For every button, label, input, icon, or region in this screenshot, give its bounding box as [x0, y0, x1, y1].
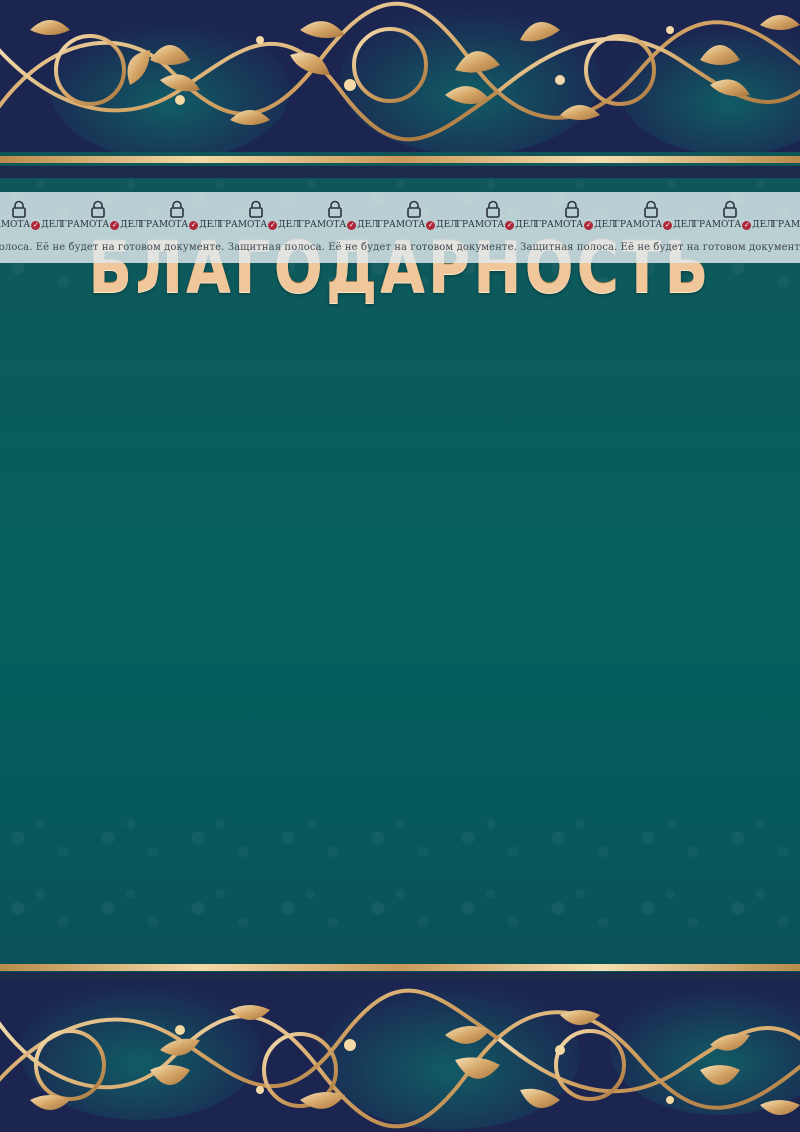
lock-icon	[723, 200, 737, 218]
brand-left-text: ГРАМОТА	[693, 220, 742, 230]
lock-icon	[328, 200, 342, 218]
top-ornament	[0, 0, 800, 152]
brand-left-text: ГРАМОТА	[0, 220, 31, 230]
brand-left-text: ГРАМОТА	[61, 220, 110, 230]
brand-left-text: ГРАМОТА	[298, 220, 347, 230]
watermark-logo: ГРАМОТА✓ДЕЛ	[614, 200, 695, 230]
bottom-ornament-band	[0, 980, 800, 1132]
brand-left-text: ГРАМОТА	[772, 220, 800, 230]
lock-icon	[12, 200, 26, 218]
watermark-brand: ГРАМОТА✓ДЕЛ	[535, 220, 616, 230]
brand-right-text: ДЕЛ	[41, 220, 63, 230]
check-badge-icon: ✓	[268, 220, 278, 230]
certificate-page: БЛАГОДАРНОСТЬ ГРАМОТА✓ДЕЛГРАМОТА✓ДЕЛГРАМ…	[0, 0, 800, 1132]
watermark-brand: ГРАМОТА✓ДЕЛ	[140, 220, 221, 230]
watermark-logo: ГРАМОТА✓ДЕЛ	[140, 200, 221, 230]
lock-icon	[565, 200, 579, 218]
watermark-brand: ГРАМОТА✓ДЕЛ	[772, 220, 800, 230]
check-badge-icon: ✓	[347, 220, 357, 230]
brand-right-text: ДЕЛ	[673, 220, 695, 230]
watermark-brand: ГРАМОТА✓ДЕЛ	[298, 220, 379, 230]
bottom-gold-rule	[0, 964, 800, 971]
brand-left-text: ГРАМОТА	[377, 220, 426, 230]
watermark-strip: ГРАМОТА✓ДЕЛГРАМОТА✓ДЕЛГРАМОТА✓ДЕЛГРАМОТА…	[0, 192, 800, 263]
bottom-ornament	[0, 980, 800, 1132]
brand-left-text: ГРАМОТА	[535, 220, 584, 230]
brand-left-text: ГРАМОТА	[140, 220, 189, 230]
top-gold-rule	[0, 156, 800, 163]
brand-right-text: ДЕЛ	[278, 220, 300, 230]
watermark-logo: ГРАМОТА✓ДЕЛ	[377, 200, 458, 230]
check-badge-icon: ✓	[584, 220, 594, 230]
top-dark-rule	[0, 166, 800, 178]
brand-right-text: ДЕЛ	[515, 220, 537, 230]
watermark-logo: ГРАМОТА✓ДЕЛ	[219, 200, 300, 230]
watermark-logo: ГРАМОТА✓ДЕЛ	[535, 200, 616, 230]
watermark-logo: ГРАМОТА✓ДЕЛ	[693, 200, 774, 230]
watermark-logo: ГРАМОТА✓ДЕЛ	[298, 200, 379, 230]
watermark-brand: ГРАМОТА✓ДЕЛ	[377, 220, 458, 230]
lock-icon	[644, 200, 658, 218]
watermark-brand: ГРАМОТА✓ДЕЛ	[693, 220, 774, 230]
brand-left-text: ГРАМОТА	[219, 220, 268, 230]
check-badge-icon: ✓	[31, 220, 41, 230]
check-badge-icon: ✓	[189, 220, 199, 230]
watermark-brand: ГРАМОТА✓ДЕЛ	[61, 220, 142, 230]
brand-right-text: ДЕЛ	[594, 220, 616, 230]
watermark-logo: ГРАМОТА✓ДЕЛ	[0, 200, 63, 230]
check-badge-icon: ✓	[110, 220, 120, 230]
check-badge-icon: ✓	[426, 220, 436, 230]
brand-left-text: ГРАМОТА	[614, 220, 663, 230]
brand-right-text: ДЕЛ	[199, 220, 221, 230]
check-badge-icon: ✓	[742, 220, 752, 230]
check-badge-icon: ✓	[505, 220, 515, 230]
brand-right-text: ДЕЛ	[752, 220, 774, 230]
top-ornament-band	[0, 0, 800, 152]
lock-icon	[91, 200, 105, 218]
brand-right-text: ДЕЛ	[436, 220, 458, 230]
lock-icon	[407, 200, 421, 218]
brand-right-text: ДЕЛ	[357, 220, 379, 230]
watermark-brand: ГРАМОТА✓ДЕЛ	[219, 220, 300, 230]
background-texture-bottom	[0, 810, 800, 960]
lock-icon	[249, 200, 263, 218]
watermark-logo: ГРАМОТА✓ДЕЛ	[772, 200, 800, 230]
watermark-logo: ГРАМОТА✓ДЕЛ	[456, 200, 537, 230]
lock-icon	[486, 200, 500, 218]
brand-left-text: ГРАМОТА	[456, 220, 505, 230]
watermark-brand: ГРАМОТА✓ДЕЛ	[456, 220, 537, 230]
watermark-brand: ГРАМОТА✓ДЕЛ	[0, 220, 63, 230]
watermark-logo: ГРАМОТА✓ДЕЛ	[61, 200, 142, 230]
check-badge-icon: ✓	[663, 220, 673, 230]
lock-icon	[170, 200, 184, 218]
watermark-brand: ГРАМОТА✓ДЕЛ	[614, 220, 695, 230]
watermark-notice: полоса. Её не будет на готовом документе…	[0, 242, 800, 253]
brand-right-text: ДЕЛ	[120, 220, 142, 230]
